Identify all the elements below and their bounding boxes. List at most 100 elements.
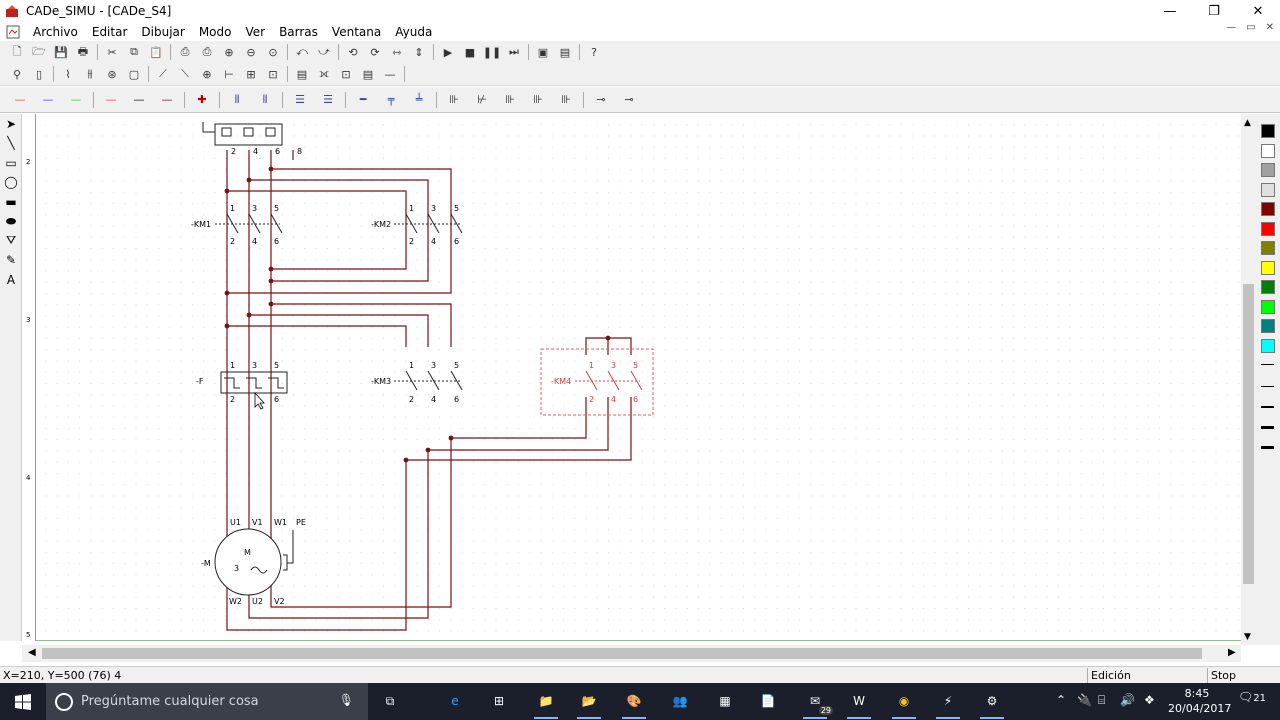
plug2-icon[interactable]: ⊬ [468,89,496,111]
action-center-button[interactable]: 🗨21 [1238,690,1270,712]
save-icon[interactable]: 💾 [50,41,72,63]
text-tool-icon[interactable]: A [0,270,22,290]
filled-rect-icon[interactable]: ▬ [0,192,22,212]
cortana-search-box[interactable]: Pregúntame cualquier cosa 🎙 [46,683,368,720]
menu-ver[interactable]: Ver [238,25,272,39]
open-folder-icon[interactable]: 🗁 [28,41,50,63]
wire-blue-icon[interactable]: — [34,89,62,111]
color-swatch[interactable] [1261,202,1275,216]
line-width-option[interactable] [1261,446,1274,449]
color-swatch[interactable] [1261,338,1275,353]
color-swatch[interactable] [1261,319,1275,333]
switch-icon[interactable]: ⌇ [57,63,79,85]
task-view-icon[interactable]: ⧉ [376,687,404,715]
maximize-button[interactable]: ❐ [1192,0,1236,22]
minimize-button[interactable]: — [1148,0,1192,22]
rotate-left-icon[interactable]: ⟲ [342,41,364,63]
fuse-icon[interactable]: ▯ [28,63,50,85]
system-clock[interactable]: 8:45 20/04/2017 [1168,686,1231,716]
vertical-scrollbar[interactable]: ▲ ▼ [1241,114,1256,645]
paste-icon[interactable]: 📋 [145,41,167,63]
mdi-restore-button[interactable]: ▭ [1246,22,1255,33]
plug5-icon[interactable]: ⊪ [552,89,580,111]
menu-ayuda[interactable]: Ayuda [388,25,439,39]
network-icon[interactable]: ⌸ [1098,693,1105,708]
menu-archivo[interactable]: Archivo [26,25,85,39]
cadesimu-icon[interactable]: ⚡ [934,687,962,719]
redo-icon[interactable]: ⤻ [313,41,335,63]
stop-icon[interactable]: ■ [459,41,481,63]
mdi-minimize-button[interactable]: — [1226,22,1236,33]
counter-icon[interactable]: ▤ [357,63,379,85]
line-width-option[interactable] [1261,406,1274,408]
color-swatch[interactable] [1261,299,1275,314]
junction-icon[interactable]: ✚ [188,89,216,111]
rect-tool-icon[interactable]: ▭ [0,153,22,173]
file-explorer-icon[interactable]: 📁 [532,687,560,719]
color-swatch[interactable] [1261,260,1275,275]
motor-icon[interactable]: ⊛ [101,63,123,85]
print-preview-icon[interactable]: ⎙ [174,41,196,63]
people-icon[interactable]: 👥 [666,687,694,715]
horizontal-scrollbar[interactable]: ◀ ▶ [22,645,1241,662]
microphone-icon[interactable]: 🎙 [339,693,354,707]
scroll-left-icon[interactable]: ◀ [28,647,36,658]
line-tool-icon[interactable]: ╲ [0,134,22,154]
show-hidden-icons-icon[interactable]: ⌃ [1056,693,1066,707]
line-icon[interactable]: — [379,63,401,85]
wire-red2-icon[interactable]: — [97,89,125,111]
mirror-h-icon[interactable]: ⇿ [386,41,408,63]
wire-green-icon[interactable]: — [62,89,90,111]
mirror-v-icon[interactable]: ⇕ [408,41,430,63]
bus-cross-icon[interactable]: ╤ [377,89,405,111]
plug4-icon[interactable]: ⊪ [524,89,552,111]
menu-ventana[interactable]: Ventana [325,25,388,39]
print-icon[interactable]: 🖶 [72,41,94,63]
print-setup-icon[interactable]: ⎙ [196,41,218,63]
help-icon[interactable]: ? [583,41,605,63]
power-icon[interactable]: 🔌 [1077,693,1092,707]
mail-icon[interactable]: ✉ 29 [801,687,833,719]
menu-editar[interactable]: Editar [85,25,135,39]
explorer-icon[interactable]: 📂 [575,687,603,719]
close-button[interactable]: ✕ [1236,0,1280,22]
start-button[interactable] [0,683,46,720]
fill-icon[interactable]: ⛛ [0,231,22,251]
line-width-option[interactable] [1261,364,1274,365]
color-swatch[interactable] [1261,280,1275,294]
ellipse-tool-icon[interactable]: ◯ [0,173,22,193]
color-swatch[interactable] [1261,182,1275,197]
connector-icon[interactable]: ⊞ [240,63,262,85]
bus-branch-icon[interactable]: ╧ [405,89,433,111]
relay-icon[interactable]: ▢ [123,63,145,85]
wire-black-icon[interactable]: — [125,89,153,111]
wire-brown-icon[interactable]: — [153,89,181,111]
menu-modo[interactable]: Modo [192,25,239,39]
view-sheet-icon[interactable]: ▣ [532,41,554,63]
end-icon[interactable]: ⊸ [587,89,615,111]
menu-barras[interactable]: Barras [272,25,325,39]
line-width-option[interactable] [1261,426,1274,429]
new-file-icon[interactable]: 🗋 [6,41,28,63]
pointer-icon[interactable]: ➤ [0,114,22,134]
step-icon[interactable]: ⏭ [503,41,525,63]
plug-icon[interactable]: ⊪ [440,89,468,111]
zoom-out-icon[interactable]: ⊖ [240,41,262,63]
breaker-icon[interactable]: ▤ [291,63,313,85]
end2-icon[interactable]: ⊸ [615,89,643,111]
play-icon[interactable]: ▶ [437,41,459,63]
color-swatch[interactable] [1261,143,1275,158]
timer-icon[interactable]: ⟗ [313,63,335,85]
pen-icon[interactable]: ✎ [0,251,22,271]
document-icon[interactable] [6,25,20,39]
view-component-icon[interactable]: ▤ [554,41,576,63]
horizontal-scroll-thumb[interactable] [42,648,1202,659]
color-swatch[interactable] [1261,241,1275,255]
undo-icon[interactable]: ⤺ [291,41,313,63]
menu-dibujar[interactable]: Dibujar [134,25,191,39]
plug3-icon[interactable]: ⊪ [496,89,524,111]
node-icon[interactable]: ⊕ [196,63,218,85]
scroll-down-icon[interactable]: ▼ [1244,632,1251,642]
edge-icon[interactable]: e [441,687,469,715]
coil-icon[interactable]: ⊡ [262,63,284,85]
